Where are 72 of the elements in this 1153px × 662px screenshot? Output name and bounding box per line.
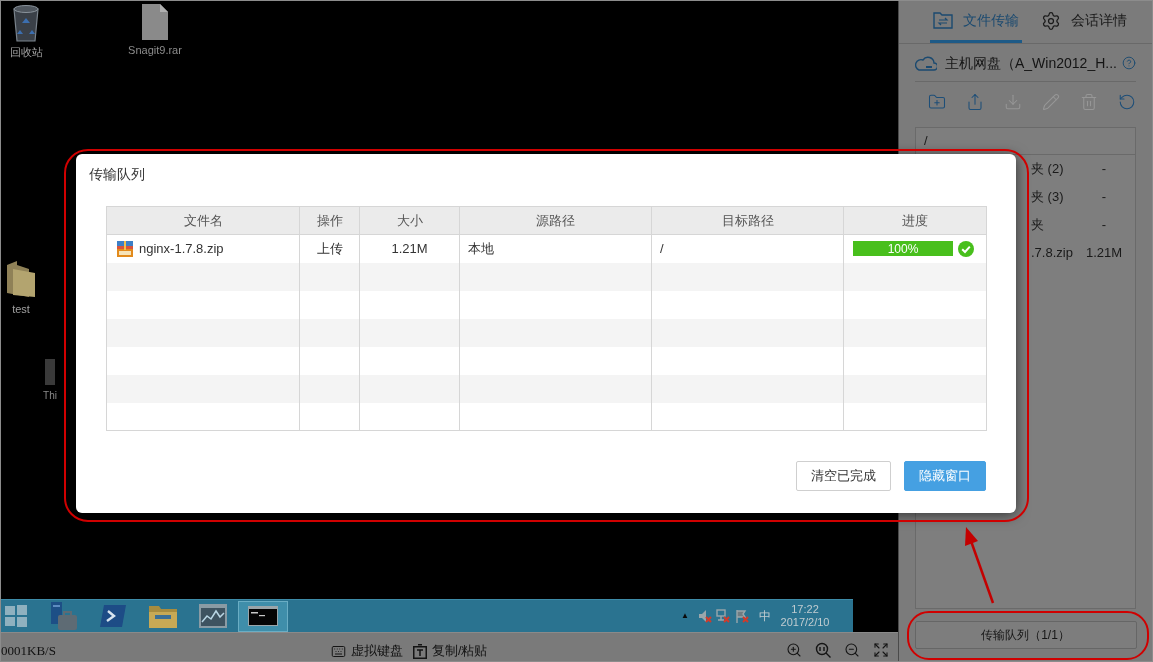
recycle-bin-icon [11, 4, 41, 42]
server-toolbox-icon [49, 602, 77, 630]
console-window-icon [248, 606, 278, 626]
folder-plus-icon [928, 93, 946, 111]
column-header: 大小 [359, 206, 460, 235]
panel-tab[interactable]: 文件传输 [930, 1, 1022, 43]
folder-transfer-icon [933, 12, 953, 29]
virtual-keyboard-button[interactable]: 虚拟键盘 [331, 643, 403, 659]
column-header: 目标路径 [651, 206, 844, 235]
refresh-icon [1118, 93, 1136, 111]
target-path-cell: / [651, 234, 844, 263]
new-folder-button[interactable] [928, 93, 946, 111]
folder-icon [149, 604, 177, 628]
zoom-in-icon[interactable] [786, 642, 802, 658]
file-name[interactable]: 夹 (2) [1031, 159, 1064, 179]
zoom-out-icon[interactable] [844, 642, 860, 658]
desktop-icon-label[interactable]: Snagit9.rar [128, 44, 182, 57]
clear-completed-button[interactable]: 清空已完成 [796, 461, 891, 491]
download-icon [1004, 93, 1022, 111]
file-name[interactable]: .7.8.zip [1031, 243, 1073, 263]
progress-percent: 100% [886, 241, 920, 257]
file-name-cell-text: nginx-1.7.8.zip [139, 240, 224, 258]
upload-button[interactable] [966, 93, 984, 111]
text-box-icon [413, 643, 427, 659]
fullscreen-icon[interactable] [873, 642, 889, 658]
panel-tab[interactable]: 会话详情 [1038, 1, 1130, 43]
archive-file-icon [117, 240, 133, 257]
desktop-icon-label[interactable]: test [12, 303, 30, 316]
app-icon [45, 359, 55, 385]
transfer-queue-button[interactable]: 传输队列（1/1） [914, 621, 1137, 649]
file-size: 1.21M [1084, 244, 1124, 263]
column-header: 源路径 [459, 206, 652, 235]
column-header: 操作 [299, 206, 360, 235]
chart-window-icon [199, 604, 227, 628]
source-path-cell: 本地 [459, 234, 652, 263]
clock[interactable]: 17:22 2017/2/10 [779, 603, 831, 629]
settings-icon [1041, 10, 1061, 31]
flag-error-icon[interactable] [735, 609, 749, 623]
size-cell: 1.21M [359, 234, 460, 263]
action-cell: 上传 [299, 234, 360, 263]
refresh-button[interactable] [1118, 93, 1136, 111]
speaker-muted-icon[interactable] [698, 609, 712, 623]
network-error-icon[interactable] [716, 609, 730, 623]
column-header: 文件名 [106, 206, 300, 235]
file-size: - [1100, 216, 1108, 235]
copy-paste-button[interactable]: 复制/粘贴 [413, 643, 488, 659]
file-icon [142, 4, 168, 40]
dialog-title: 传输队列 [89, 165, 145, 184]
windows-logo-icon [5, 605, 27, 627]
transfer-speed: 0001KB/S [1, 643, 57, 659]
drive-title: 主机网盘（A_Win2012_H... [945, 53, 1117, 72]
input-method-indicator[interactable]: 中 [759, 609, 771, 623]
current-path: / [924, 132, 928, 151]
upload-icon [966, 93, 984, 111]
folder-icon [7, 261, 35, 297]
desktop-icon-label[interactable]: 回收站 [9, 46, 43, 59]
file-name[interactable]: 夹 (3) [1031, 187, 1064, 207]
taskbar-button[interactable] [238, 600, 288, 632]
hide-window-button[interactable]: 隐藏窗口 [904, 461, 986, 491]
file-size: - [1100, 188, 1108, 207]
shell-prompt-icon [100, 605, 126, 627]
pencil-icon [1042, 93, 1060, 111]
tray-overflow-arrow[interactable]: ▲ [681, 611, 689, 621]
cloud-drive-icon [915, 54, 937, 71]
help-icon[interactable] [1122, 55, 1136, 70]
trash-icon [1080, 93, 1098, 111]
file-size: - [1100, 160, 1108, 179]
keyboard-icon [331, 643, 346, 659]
column-header: 进度 [843, 206, 987, 235]
zoom-actual-size-icon[interactable] [815, 642, 831, 658]
file-name[interactable]: 夹 [1031, 215, 1044, 235]
desktop-icon-label[interactable]: Thi [43, 389, 57, 402]
